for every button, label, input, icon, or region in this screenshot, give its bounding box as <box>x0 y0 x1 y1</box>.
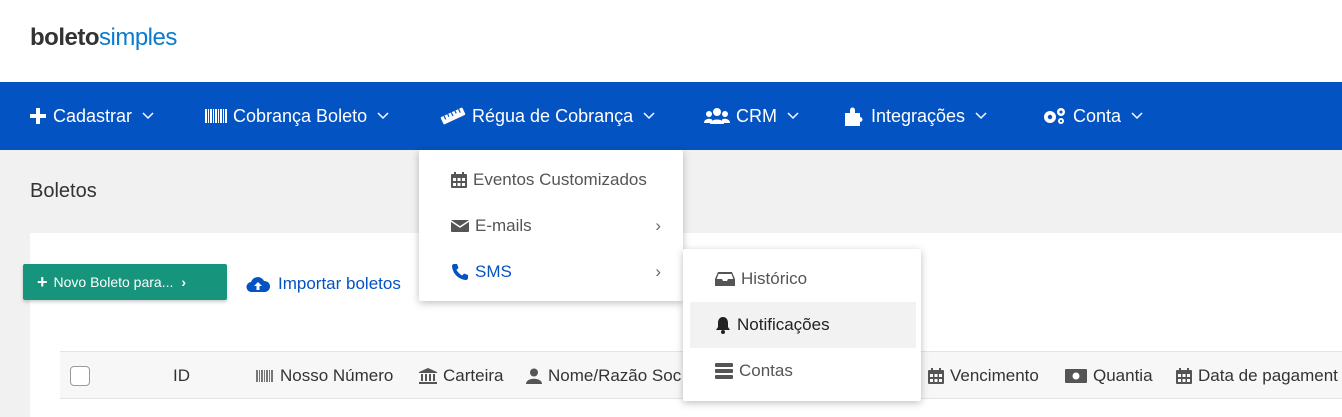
menu-item-label: E-mails <box>475 216 532 235</box>
new-boleto-label: Novo Boleto para... <box>53 274 174 290</box>
inbox-icon <box>715 272 735 286</box>
puzzle-icon <box>843 105 865 127</box>
barcode-icon <box>256 369 274 383</box>
column-vencimento[interactable]: Vencimento <box>928 352 1039 400</box>
column-nome-razao[interactable]: Nome/Razão Soc <box>526 352 681 400</box>
nav-conta[interactable]: Conta <box>1041 82 1143 150</box>
money-icon <box>1065 369 1087 383</box>
chevron-right-icon: › <box>655 216 661 235</box>
menu-item-emails[interactable]: E-mails › <box>419 203 683 249</box>
boleto-simples-logo[interactable]: boletosimples <box>30 24 177 52</box>
bank-icon <box>419 368 437 384</box>
chevron-down-icon <box>975 112 987 120</box>
chevron-right-icon: › <box>181 274 187 290</box>
menu-item-label: Notificações <box>737 315 830 334</box>
column-id[interactable]: ID <box>173 352 190 400</box>
logo-part2: simples <box>99 24 177 51</box>
user-icon <box>526 368 542 384</box>
nav-cadastrar[interactable]: Cadastrar <box>29 82 154 150</box>
calendar-icon <box>1176 368 1192 384</box>
column-label: Data de pagament <box>1198 366 1338 385</box>
nav-label: CRM <box>736 105 777 126</box>
new-boleto-button[interactable]: + Novo Boleto para... › <box>23 264 227 300</box>
nav-crm[interactable]: CRM <box>704 82 799 150</box>
chevron-down-icon <box>787 112 799 120</box>
phone-icon <box>451 263 469 281</box>
main-nav: Cadastrar Cobrança Boleto Régua de Cobra… <box>0 82 1342 150</box>
menu-item-label: SMS <box>475 262 512 281</box>
top-bar: boletosimples <box>0 0 1342 82</box>
list-icon <box>715 363 733 379</box>
bell-icon <box>715 316 731 334</box>
menu-item-label: Histórico <box>741 269 808 288</box>
nav-label: Conta <box>1073 105 1122 126</box>
sms-submenu: Histórico Notificações Contas <box>683 249 921 401</box>
menu-item-notificacoes[interactable]: Notificações <box>690 302 916 348</box>
chevron-down-icon <box>643 112 655 120</box>
cogs-icon <box>1041 106 1067 126</box>
column-label: Vencimento <box>950 366 1039 385</box>
nav-label: Cobrança Boleto <box>233 105 368 126</box>
users-icon <box>704 107 730 125</box>
column-nosso-numero[interactable]: Nosso Número <box>256 352 393 400</box>
nav-label: Cadastrar <box>53 105 133 126</box>
calendar-icon <box>928 368 944 384</box>
nav-integracoes[interactable]: Integrações <box>843 82 987 150</box>
logo-part1: boleto <box>30 24 100 51</box>
chevron-down-icon <box>377 112 389 120</box>
column-label: ID <box>173 366 190 385</box>
regua-dropdown-menu: Eventos Customizados E-mails › SMS › <box>419 150 683 301</box>
import-label: Importar boletos <box>278 274 401 293</box>
menu-item-label: Contas <box>739 361 793 380</box>
plus-icon: + <box>37 271 48 292</box>
menu-item-historico[interactable]: Histórico <box>686 256 918 302</box>
nav-label: Régua de Cobrança <box>472 105 634 126</box>
select-all-checkbox[interactable] <box>70 352 90 400</box>
chevron-right-icon: › <box>655 262 661 281</box>
column-label: Carteira <box>443 366 504 385</box>
nav-cobranca-boleto[interactable]: Cobrança Boleto <box>205 82 389 150</box>
column-label: Nosso Número <box>280 366 394 385</box>
ruler-icon <box>440 107 466 125</box>
menu-item-eventos-customizados[interactable]: Eventos Customizados <box>419 157 683 203</box>
column-data-pagamento[interactable]: Data de pagament <box>1176 352 1338 400</box>
calendar-icon <box>451 172 467 188</box>
chevron-down-icon <box>1131 112 1143 120</box>
menu-item-sms[interactable]: SMS › <box>419 249 683 295</box>
column-label: Quantia <box>1093 366 1153 385</box>
column-quantia[interactable]: Quantia <box>1065 352 1153 400</box>
column-carteira[interactable]: Carteira <box>419 352 503 400</box>
import-boletos-link[interactable]: Importar boletos <box>246 274 401 294</box>
menu-item-label: Eventos Customizados <box>473 170 647 189</box>
nav-regua-de-cobranca[interactable]: Régua de Cobrança <box>440 82 655 150</box>
cloud-upload-icon <box>246 275 270 293</box>
column-label: Nome/Razão Soc <box>548 366 682 385</box>
menu-item-contas[interactable]: Contas <box>686 348 918 394</box>
plus-icon <box>29 107 47 125</box>
chevron-down-icon <box>142 112 154 120</box>
page-title: Boletos <box>30 180 97 202</box>
envelope-icon <box>451 219 469 233</box>
barcode-icon <box>205 108 227 124</box>
nav-label: Integrações <box>871 105 966 126</box>
